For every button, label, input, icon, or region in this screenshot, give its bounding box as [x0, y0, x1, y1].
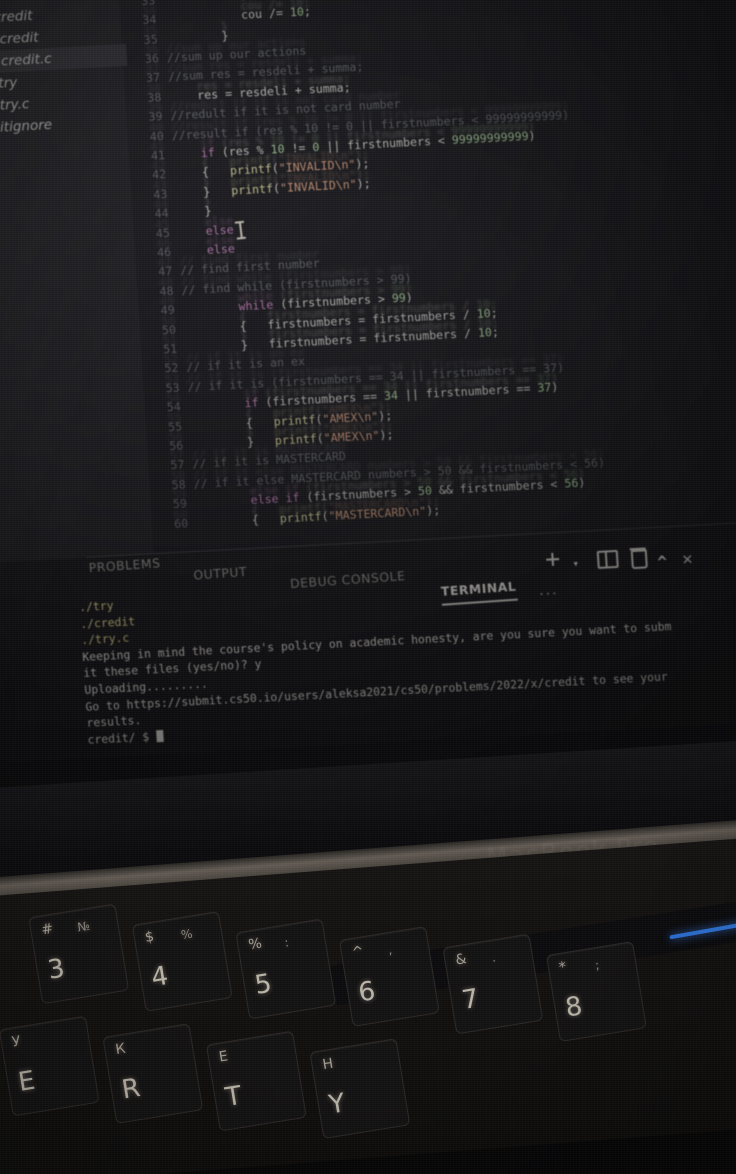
- key-main-label: E: [16, 1065, 38, 1098]
- key-3[interactable]: # № 3: [28, 903, 130, 1005]
- key-y[interactable]: НY: [309, 1038, 411, 1140]
- split-terminal-icon[interactable]: [596, 549, 619, 569]
- key-shift-label: $: [143, 928, 156, 946]
- photo-of-macbook-pro-screen: ▾ credit credit credit.c try: [0, 0, 736, 1174]
- prompt-text: credit/ $: [87, 729, 150, 747]
- key-main-label: 4: [149, 961, 171, 994]
- laptop-screen: ▾ credit credit credit.c try: [0, 0, 736, 859]
- key-alt-label: %: [179, 926, 194, 943]
- terminal-profile-chevron-down-icon[interactable]: ▾: [572, 557, 579, 570]
- key-alt-label: .: [490, 950, 497, 965]
- tree-item-label: credit: [0, 29, 40, 48]
- key-main-label: T: [223, 1080, 244, 1114]
- key-main-label: Y: [326, 1088, 348, 1121]
- key-4[interactable]: $% 4: [131, 910, 233, 1012]
- key-7[interactable]: &. 7: [442, 933, 544, 1035]
- key-shift-label: #: [40, 920, 55, 939]
- tree-item-label: credit.c: [0, 50, 53, 70]
- key-alt-label: :: [283, 935, 290, 950]
- key-t[interactable]: ЕT: [205, 1030, 307, 1132]
- key-6[interactable]: ^, 6: [338, 926, 440, 1027]
- key-shift-label: %: [247, 935, 264, 954]
- key-shift-label: У: [10, 1033, 22, 1051]
- key-shift-label: &: [454, 951, 468, 969]
- key-e[interactable]: УE: [0, 1015, 100, 1117]
- key-shift-label: Е: [217, 1048, 230, 1066]
- key-main-label: 7: [459, 983, 481, 1016]
- key-main-label: 6: [356, 976, 378, 1009]
- key-shift-label: К: [114, 1040, 127, 1059]
- key-alt-label: №: [76, 918, 91, 935]
- key-alt-label: ;: [594, 957, 601, 973]
- block-cursor: [155, 729, 164, 743]
- key-shift-label: ^: [350, 943, 365, 962]
- line-number: 60: [173, 515, 189, 531]
- key-5[interactable]: %: 5: [235, 918, 337, 1020]
- key-8[interactable]: *; 8: [545, 941, 647, 1043]
- kill-terminal-trash-icon[interactable]: [630, 549, 648, 570]
- tree-item-label: try: [0, 74, 18, 92]
- key-main-label: 3: [45, 953, 67, 986]
- file-explorer-tree[interactable]: ▾ credit credit credit.c try: [0, 0, 131, 141]
- key-main-label: R: [119, 1072, 143, 1106]
- new-terminal-button[interactable]: +: [544, 544, 561, 574]
- key-shift-label: Н: [321, 1055, 335, 1074]
- key-r[interactable]: КR: [102, 1023, 204, 1125]
- tree-folder-label: credit: [0, 7, 33, 26]
- key-main-label: 8: [563, 991, 585, 1024]
- tree-item-label: try.c: [0, 96, 30, 114]
- tree-item-label: .gitignore: [0, 116, 53, 137]
- key-shift-label: *: [557, 959, 568, 977]
- key-main-label: 5: [252, 968, 274, 1001]
- key-alt-label: ,: [387, 942, 394, 958]
